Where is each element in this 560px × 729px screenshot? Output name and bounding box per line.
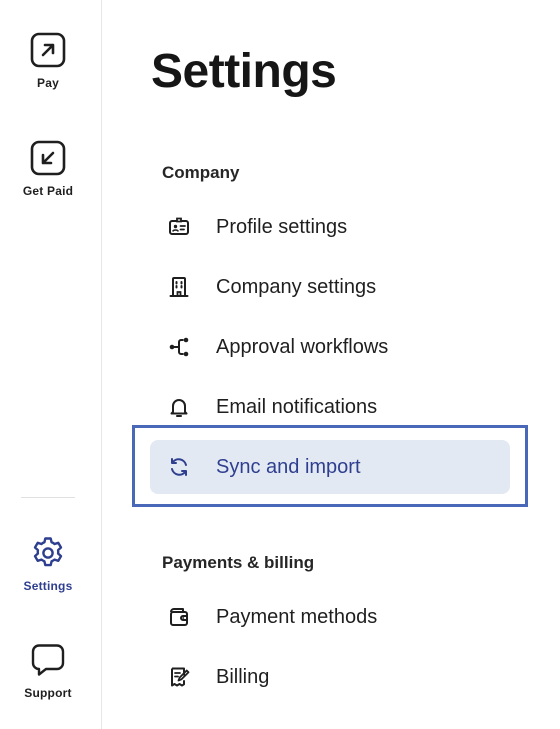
section-heading-company: Company xyxy=(162,163,240,182)
nav-get-paid-label: Get Paid xyxy=(22,184,74,198)
menu-item-email-notifications[interactable]: Email notifications xyxy=(150,380,510,434)
menu-item-label: Company settings xyxy=(216,276,377,298)
menu-item-billing[interactable]: Billing xyxy=(150,650,510,704)
app-window: Pay Get Paid Settings Support Settings C… xyxy=(0,0,560,729)
nav-support-label: Support xyxy=(24,686,72,700)
page-title: Settings xyxy=(151,45,337,98)
menu-item-label: Payment methods xyxy=(216,606,378,628)
chat-bubble-icon xyxy=(31,644,65,676)
menu-item-approval-workflows[interactable]: Approval workflows xyxy=(150,320,510,374)
menu-item-label: Billing xyxy=(216,666,270,688)
workflow-branch-icon xyxy=(169,337,189,357)
gear-icon xyxy=(33,537,63,567)
menu-item-payment-methods[interactable]: Payment methods xyxy=(150,590,510,644)
arrow-down-left-icon xyxy=(30,140,66,176)
nav-pay[interactable]: Pay xyxy=(0,32,96,90)
id-card-icon xyxy=(169,217,189,235)
sync-icon xyxy=(171,458,187,476)
menu-item-profile-settings[interactable]: Profile settings xyxy=(150,200,510,254)
menu-item-company-settings[interactable]: Company settings xyxy=(150,260,510,314)
receipt-icon xyxy=(171,667,190,687)
nav-pay-label: Pay xyxy=(37,76,59,90)
wallet-icon xyxy=(170,608,188,626)
nav-get-paid[interactable]: Get Paid xyxy=(0,140,96,198)
menu-item-label: Sync and import xyxy=(216,456,361,478)
nav-settings-label: Settings xyxy=(23,579,73,593)
rail-divider xyxy=(21,497,75,498)
building-icon xyxy=(169,277,189,297)
menu-item-sync-and-import[interactable]: Sync and import xyxy=(150,440,510,494)
menu-item-label: Approval workflows xyxy=(216,336,389,358)
menu-item-label: Profile settings xyxy=(216,216,348,238)
left-nav-rail: Pay Get Paid Settings Support xyxy=(0,0,102,729)
section-heading-payments-billing: Payments & billing xyxy=(162,553,315,572)
bell-icon xyxy=(170,399,188,417)
arrow-up-right-icon xyxy=(30,32,66,68)
nav-settings[interactable]: Settings xyxy=(0,535,96,593)
nav-support[interactable]: Support xyxy=(0,642,96,700)
menu-item-label: Email notifications xyxy=(216,396,378,418)
